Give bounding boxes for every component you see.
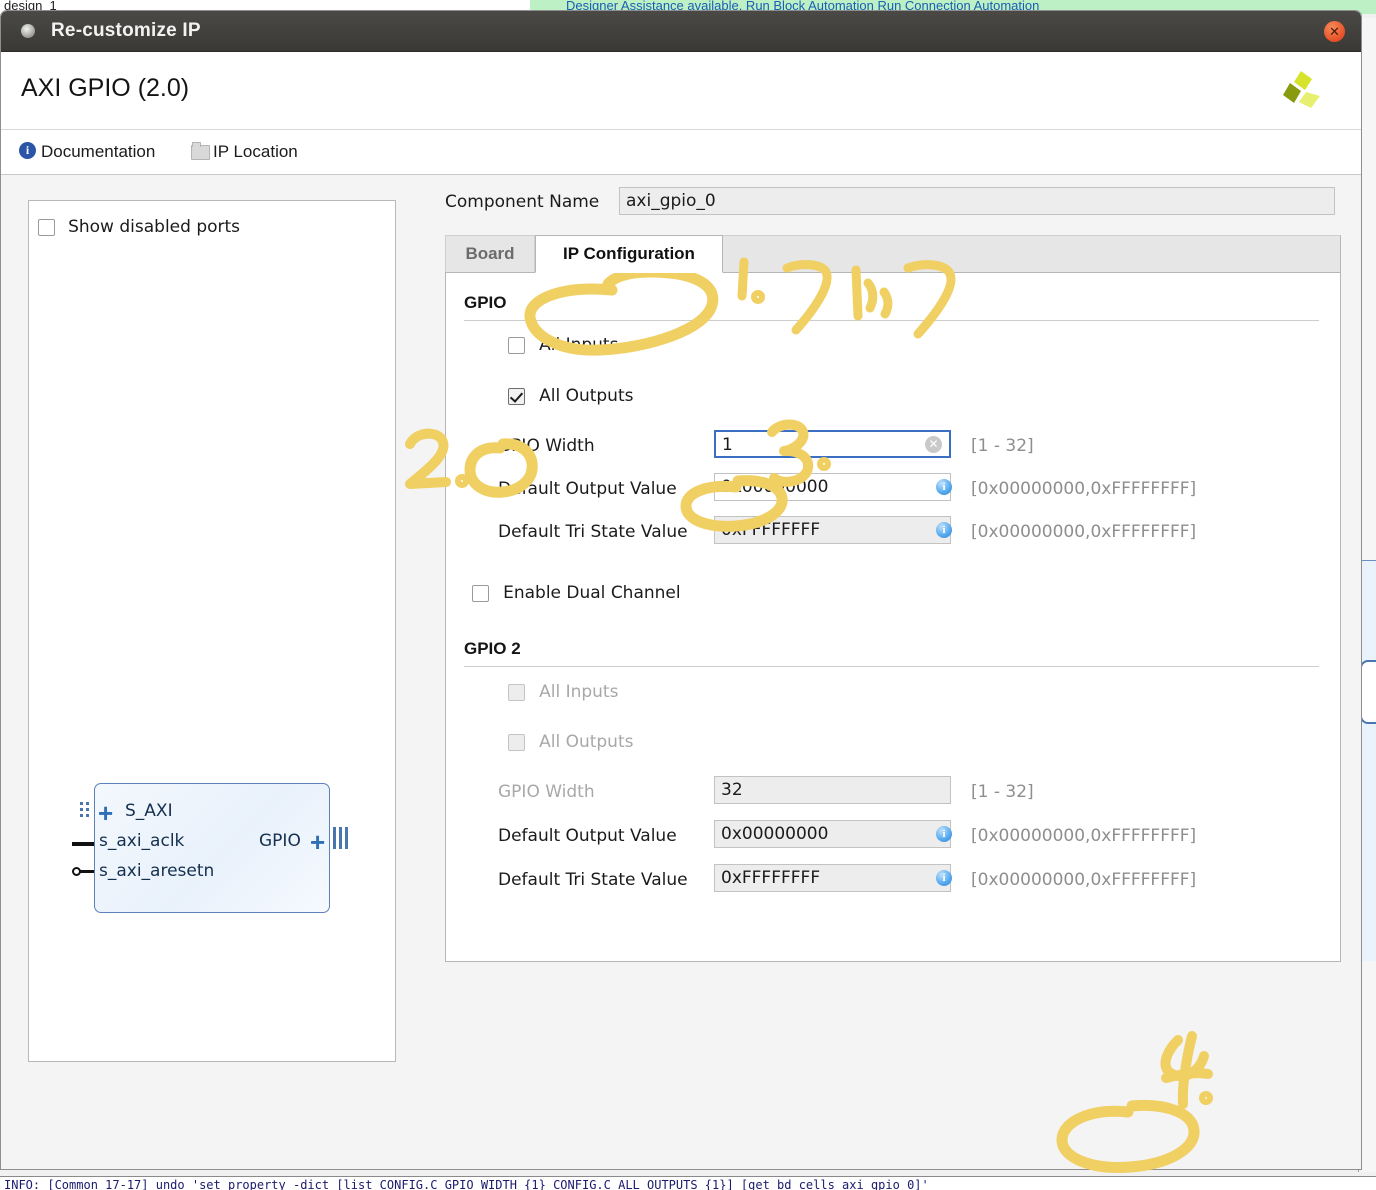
dialog-heading: AXI GPIO (2.0) bbox=[1, 52, 1361, 130]
gpio2-all-inputs-label: All Inputs bbox=[539, 682, 619, 702]
gpio2-width-label: GPIO Width bbox=[498, 782, 595, 802]
window-menu-icon[interactable] bbox=[21, 24, 35, 38]
dialog-body: Show disabled ports + S_AXI s_axi_aclk s… bbox=[1, 175, 1361, 1169]
ip-symbol-preview-panel: Show disabled ports bbox=[28, 200, 396, 1062]
show-disabled-ports-label: Show disabled ports bbox=[68, 217, 241, 237]
ip-port-s-axi-aclk: s_axi_aclk bbox=[99, 831, 185, 851]
dialog-titlebar[interactable]: Re-customize IP ✕ bbox=[1, 11, 1361, 52]
gpio-default-output-input[interactable]: 0x00000000 bbox=[714, 473, 951, 501]
gpio2-default-tristate-input: 0xFFFFFFFF bbox=[714, 864, 951, 892]
dialog-toolstrip: i Documentation IP Location bbox=[1, 130, 1361, 175]
gpio2-width-input: 32 bbox=[714, 776, 951, 804]
gpio2-all-outputs-label: All Outputs bbox=[539, 732, 634, 752]
ip-port-s-axi: S_AXI bbox=[125, 801, 173, 821]
gpio-default-tristate-input[interactable]: 0xFFFFFFFF bbox=[714, 516, 951, 544]
gpio-width-label: GPIO Width bbox=[498, 436, 595, 456]
tabstrip-filler bbox=[723, 235, 1341, 275]
component-name-row: Component Name axi_gpio_0 bbox=[431, 187, 1341, 217]
gpio-default-output-label: Default Output Value bbox=[498, 479, 677, 499]
dialog-title: Re-customize IP bbox=[51, 20, 201, 41]
ip-location-link[interactable]: IP Location bbox=[213, 142, 298, 162]
gpio2-default-output-range: [0x00000000,0xFFFFFFFF] bbox=[971, 826, 1197, 846]
ip-port-gpio: GPIO bbox=[259, 831, 301, 851]
enable-dual-channel-checkbox[interactable] bbox=[472, 585, 489, 602]
gpio-group-rule bbox=[464, 320, 1319, 321]
gpio-default-output-range: [0x00000000,0xFFFFFFFF] bbox=[971, 479, 1197, 499]
expand-gpio-icon[interactable]: + bbox=[310, 829, 325, 855]
tab-board[interactable]: Board bbox=[445, 235, 535, 273]
gpio2-default-output-input: 0x00000000 bbox=[714, 820, 951, 848]
gpio-default-tristate-label: Default Tri State Value bbox=[498, 522, 688, 542]
gpio-default-output-info-icon[interactable]: i bbox=[936, 479, 952, 495]
background-right-block bbox=[1360, 660, 1376, 724]
tcl-console-bar: INFO: [Common 17-17] undo 'set_property … bbox=[0, 1176, 1376, 1190]
reset-pin-bubble-icon bbox=[72, 867, 81, 876]
config-tabstrip: Board IP Configuration bbox=[445, 235, 1341, 275]
ip-configuration-panel: GPIO All Inputs All Outputs GPIO Width 1… bbox=[445, 272, 1341, 962]
tab-ip-configuration[interactable]: IP Configuration bbox=[535, 235, 723, 273]
gpio2-default-output-label: Default Output Value bbox=[498, 826, 677, 846]
enable-dual-channel-row[interactable]: Enable Dual Channel bbox=[472, 583, 681, 603]
expand-saxi-icon[interactable]: + bbox=[98, 800, 113, 826]
gpio2-all-outputs-row: All Outputs bbox=[508, 732, 633, 752]
gpio2-all-inputs-row: All Inputs bbox=[508, 682, 618, 702]
gpio-width-range: [1 - 32] bbox=[971, 436, 1034, 456]
gpio-bus-icon bbox=[333, 827, 351, 853]
enable-dual-channel-label: Enable Dual Channel bbox=[503, 583, 681, 603]
gpio2-default-tristate-label: Default Tri State Value bbox=[498, 870, 688, 890]
clock-pin-icon bbox=[72, 842, 94, 846]
close-icon[interactable]: ✕ bbox=[1324, 21, 1345, 42]
documentation-link[interactable]: Documentation bbox=[41, 142, 155, 162]
screen-root: design_1 Designer Assistance available. … bbox=[0, 0, 1376, 1190]
gpio-all-inputs-checkbox[interactable] bbox=[508, 337, 525, 354]
show-disabled-ports-checkbox[interactable] bbox=[38, 219, 55, 236]
gpio2-group-rule bbox=[464, 666, 1319, 667]
re-customize-ip-dialog: Re-customize IP ✕ AXI GPIO (2.0) i Docum… bbox=[0, 10, 1362, 1170]
ip-port-s-axi-aresetn: s_axi_aresetn bbox=[99, 861, 215, 881]
xilinx-logo-icon bbox=[1283, 71, 1320, 108]
gpio2-default-output-info-icon[interactable]: i bbox=[936, 826, 952, 842]
gpio-all-outputs-row[interactable]: All Outputs bbox=[508, 386, 633, 406]
component-name-input[interactable]: axi_gpio_0 bbox=[619, 187, 1335, 215]
tcl-console-line: INFO: [Common 17-17] undo 'set_property … bbox=[4, 1178, 929, 1190]
gpio2-width-range: [1 - 32] bbox=[971, 782, 1034, 802]
info-icon: i bbox=[19, 142, 36, 159]
gpio-all-outputs-label: All Outputs bbox=[539, 386, 634, 406]
gpio-width-clear-icon[interactable]: ✕ bbox=[925, 436, 942, 453]
gpio-default-tristate-info-icon[interactable]: i bbox=[936, 522, 952, 538]
gpio2-all-inputs-checkbox bbox=[508, 684, 525, 701]
gpio-all-inputs-row[interactable]: All Inputs bbox=[508, 335, 618, 355]
gpio-all-inputs-label: All Inputs bbox=[539, 335, 619, 355]
gpio-all-outputs-checkbox[interactable] bbox=[508, 388, 525, 405]
configuration-column: Component Name axi_gpio_0 Board IP Confi… bbox=[431, 187, 1341, 962]
reset-pin-line-icon bbox=[80, 870, 94, 873]
page-title: AXI GPIO (2.0) bbox=[21, 74, 190, 102]
gpio-group-title: GPIO bbox=[464, 293, 507, 312]
gpio-width-input[interactable]: 1 bbox=[714, 430, 951, 458]
gpio2-default-tristate-range: [0x00000000,0xFFFFFFFF] bbox=[971, 870, 1197, 890]
bus-handle-dots-icon bbox=[80, 802, 92, 820]
folder-icon bbox=[191, 142, 210, 160]
gpio2-group-title: GPIO 2 bbox=[464, 639, 521, 658]
gpio-default-tristate-range: [0x00000000,0xFFFFFFFF] bbox=[971, 522, 1197, 542]
component-name-label: Component Name bbox=[445, 192, 600, 212]
show-disabled-ports-row[interactable]: Show disabled ports bbox=[38, 217, 240, 237]
gpio2-default-tristate-info-icon[interactable]: i bbox=[936, 870, 952, 886]
gpio2-all-outputs-checkbox bbox=[508, 734, 525, 751]
